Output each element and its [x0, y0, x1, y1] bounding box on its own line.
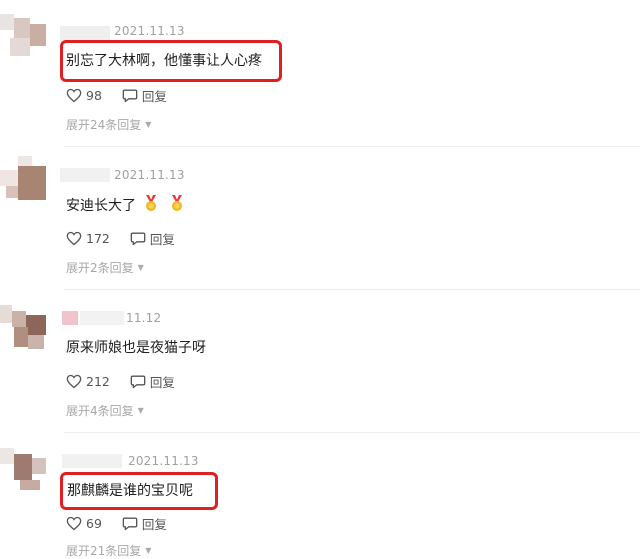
comment-4: 2021.11.13 那麒麟是谁的宝贝呢 69 回复 展开21条回复 ▼: [0, 432, 640, 558]
reply-label: 回复: [141, 517, 167, 532]
reply-label: 回复: [149, 375, 175, 390]
expand-replies-link[interactable]: 展开4条回复 ▼: [66, 402, 144, 419]
comment-date: 11.12: [126, 311, 162, 325]
comment-actions: 98 回复: [66, 86, 187, 105]
comment-date: 2021.11.13: [114, 24, 185, 38]
comment-text-content: 安迪长大了: [66, 198, 136, 214]
heart-outline-icon: [66, 88, 82, 103]
caret-down-icon: ▼: [137, 263, 144, 272]
comment-2: 2021.11.13 安迪长大了 172 回复 展开2条回复 ▼: [0, 146, 640, 286]
expand-label: 展开4条回复: [66, 404, 134, 418]
comment-text: 安迪长大了: [66, 194, 184, 215]
reply-label: 回复: [141, 89, 167, 104]
caret-down-icon: ▼: [145, 546, 152, 555]
like-count: 212: [86, 374, 110, 389]
like-count: 69: [86, 516, 102, 531]
username-blurred: [80, 311, 124, 325]
speech-bubble-icon: [122, 89, 138, 103]
reply-button[interactable]: 回复: [122, 514, 167, 533]
heart-outline-icon: [66, 516, 82, 531]
username-blurred: [62, 311, 78, 325]
like-count: 172: [86, 231, 110, 246]
like-button[interactable]: 212: [66, 374, 110, 389]
reply-button[interactable]: 回复: [130, 229, 175, 248]
expand-replies-link[interactable]: 展开21条回复 ▼: [66, 542, 151, 559]
like-button[interactable]: 172: [66, 231, 110, 246]
avatar[interactable]: [0, 14, 46, 60]
comment-date: 2021.11.13: [114, 168, 185, 182]
comment-1: 2021.11.13 别忘了大林啊，他懂事让人心疼 98 回复 展开24条回复 …: [0, 0, 640, 140]
comment-actions: 212 回复: [66, 372, 195, 391]
like-count: 98: [86, 88, 102, 103]
expand-label: 展开21条回复: [66, 544, 142, 558]
avatar[interactable]: [0, 305, 46, 351]
expand-replies-link[interactable]: 展开24条回复 ▼: [66, 116, 151, 133]
comment-actions: 172 回复: [66, 229, 195, 248]
comment-text: 别忘了大林啊，他懂事让人心疼: [66, 53, 262, 69]
username-blurred: [60, 26, 110, 40]
caret-down-icon: ▼: [145, 120, 152, 129]
reply-button[interactable]: 回复: [130, 372, 175, 391]
comment-date: 2021.11.13: [128, 454, 199, 468]
expand-label: 展开24条回复: [66, 118, 142, 132]
heart-outline-icon: [66, 374, 82, 389]
username-blurred: [60, 168, 110, 182]
speech-bubble-icon: [122, 517, 138, 531]
avatar[interactable]: [0, 444, 46, 490]
username-blurred: [62, 454, 122, 468]
avatar[interactable]: [0, 156, 46, 202]
expand-label: 展开2条回复: [66, 261, 134, 275]
reply-label: 回复: [149, 232, 175, 247]
reply-button[interactable]: 回复: [122, 86, 167, 105]
comment-text: 原来师娘也是夜猫子呀: [66, 340, 206, 356]
comment-text: 那麒麟是谁的宝贝呢: [67, 483, 193, 499]
heart-outline-icon: [66, 231, 82, 246]
comment-actions: 69 回复: [66, 514, 187, 533]
comment-3: 11.12 原来师娘也是夜猫子呀 212 回复 展开4条回复 ▼: [0, 289, 640, 431]
like-button[interactable]: 98: [66, 88, 102, 103]
medal-icon: [172, 195, 182, 211]
expand-replies-link[interactable]: 展开2条回复 ▼: [66, 259, 144, 276]
medal-icon: [146, 195, 156, 211]
speech-bubble-icon: [130, 375, 146, 389]
like-button[interactable]: 69: [66, 516, 102, 531]
speech-bubble-icon: [130, 232, 146, 246]
caret-down-icon: ▼: [137, 406, 144, 415]
